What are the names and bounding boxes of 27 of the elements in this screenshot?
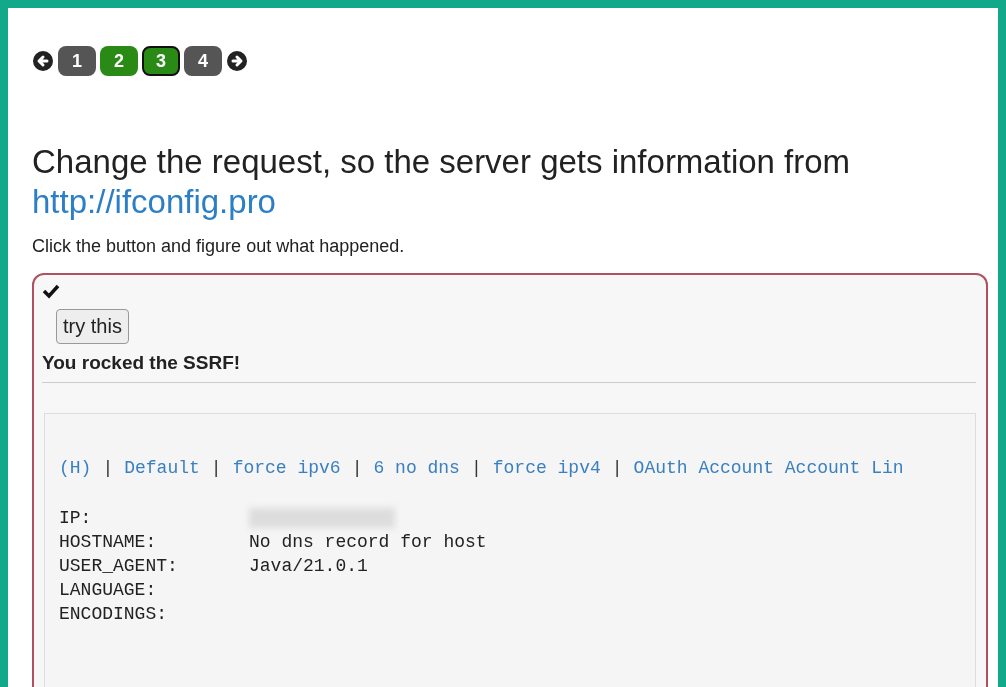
output-link[interactable]: Default — [124, 458, 200, 478]
page-button[interactable]: 4 — [184, 46, 222, 76]
field-label: HOSTNAME: — [59, 532, 158, 553]
page-button[interactable]: 2 — [100, 46, 138, 76]
link-separator: | — [102, 458, 114, 478]
output-link[interactable]: 6 no dns — [373, 458, 460, 478]
page-button[interactable]: 3 — [142, 46, 180, 76]
field-value: Java/21.0.1 — [249, 556, 368, 577]
page-button[interactable]: 1 — [58, 46, 96, 76]
field-label: USER_AGENT: — [59, 556, 179, 577]
link-separator: | — [210, 458, 222, 478]
field-value: No dns record for host — [249, 532, 487, 553]
output-link[interactable]: (H) — [59, 458, 92, 478]
output-link[interactable]: OAuth Account Account Lin — [633, 458, 904, 478]
field-label: LANGUAGE: — [59, 580, 158, 601]
field-label: ENCODINGS: — [59, 604, 169, 625]
assignment-heading: Change the request, so the server gets information from http://ifconfig.pro — [32, 142, 852, 222]
link-separator: | — [611, 458, 623, 478]
field-label: IP: — [59, 508, 93, 529]
ifconfig-link[interactable]: http://ifconfig.pro — [32, 183, 276, 220]
link-separator: | — [351, 458, 363, 478]
instruction-text: Click the button and figure out what happened. — [32, 236, 406, 257]
link-separator: | — [470, 458, 482, 478]
output-link[interactable]: force ipv6 — [232, 458, 341, 478]
output-link[interactable]: force ipv4 — [492, 458, 601, 478]
try-this-button[interactable]: try this — [56, 309, 129, 344]
feedback-text: You rocked the SSRF! — [42, 352, 976, 383]
